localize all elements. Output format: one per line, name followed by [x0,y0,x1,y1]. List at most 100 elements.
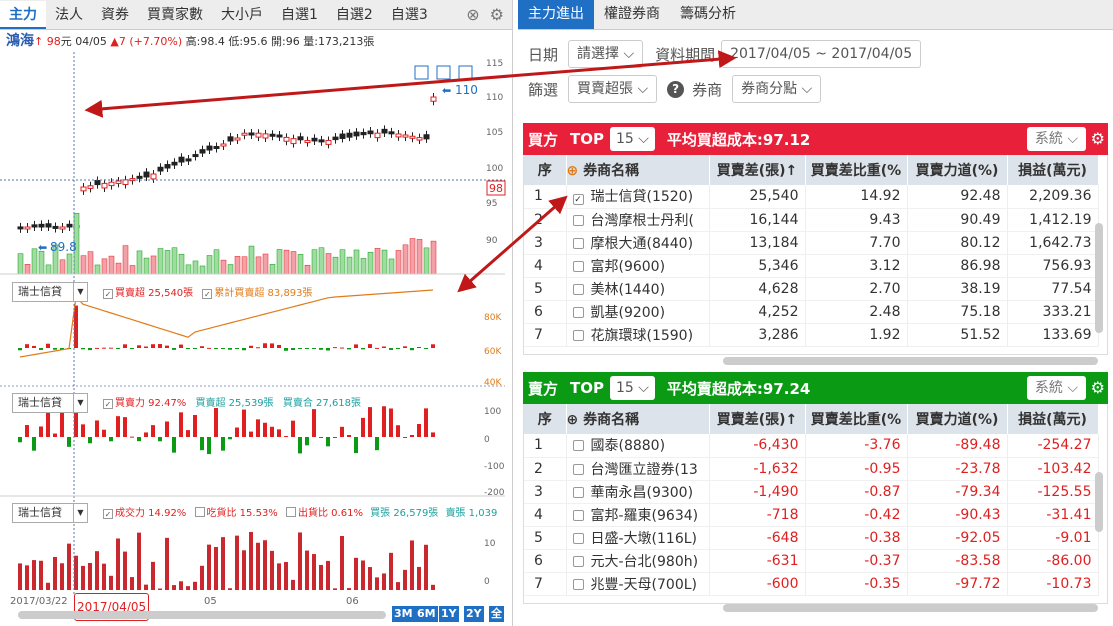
checkbox-icon[interactable] [572,509,584,521]
zoom-in-icon[interactable] [436,65,451,80]
add-circle-icon[interactable]: ⊕ [567,163,584,179]
gear-icon[interactable]: ⚙ [1091,129,1105,148]
checkbox-icon[interactable]: ✓ [103,509,113,519]
gear-icon[interactable]: ⚙ [490,5,504,24]
buy-table-row[interactable]: 2 台灣摩根士丹利(16,144 9.43 90.49 1,412.19 [524,208,1099,232]
buy-system-select[interactable]: 系統 ⌵ [1026,127,1086,151]
cell-value: -1,632 [709,457,806,481]
checkbox-icon[interactable]: ✓ [202,289,213,299]
chart-scrollbar[interactable] [18,611,386,619]
gear-icon[interactable]: ⚙ [1091,378,1105,397]
quote-bar: 鴻海↑ 98元 04/05 ▲7 (+7.70%) 高:98.4 低:95.6 … [0,30,512,52]
zoom-6m-button[interactable]: 6M [415,606,438,622]
tab-main-force-inout[interactable]: 主力進出 [518,0,594,29]
checkbox-icon[interactable]: ✓ [103,399,113,409]
trade-power-bar [396,582,400,590]
zoom-all-button[interactable]: 全 [489,606,504,622]
checkbox-icon[interactable] [572,532,584,544]
buy-table-row[interactable]: 4 富邦(9600) 5,346 3.12 86.98 756.93 [524,254,1099,278]
checkbox-icon[interactable] [572,463,584,475]
checkbox-icon[interactable] [572,486,584,498]
sell-table-row[interactable]: 6 元大-台北(980h) -631 -0.37 -83.58 -86.00 [524,549,1099,573]
checkbox-icon[interactable] [572,237,584,249]
add-circle-icon[interactable]: ⊕ [567,412,584,428]
zoom-2y-button[interactable]: 2Y [464,606,484,622]
sell-col-header[interactable]: ⊕ 券商名稱 [566,404,710,434]
buy-table-vscroll[interactable] [1095,223,1103,333]
checkbox-icon[interactable] [572,283,584,295]
cell-text: -718 [766,506,799,523]
tab-broker-count[interactable]: 買賣家數 [138,1,212,29]
checkbox-icon[interactable] [286,507,296,517]
help-icon[interactable]: ? [667,80,685,98]
buy-col-header[interactable]: 買賣力道(%) [907,155,1008,185]
candle-body [416,137,423,141]
buy-table-row[interactable]: 7 花旗環球(1590) 3,286 1.92 51.52 133.69 [524,323,1099,347]
checkbox-icon[interactable] [572,440,584,452]
net-buy-bar [403,346,407,348]
zoom-1y-button[interactable]: 1Y [439,606,459,622]
panel3-broker-select[interactable]: 瑞士信貸 ▼ [12,503,88,523]
sell-table-row[interactable]: 7 兆豐-天母(700L) -600 -0.35 -97.72 -10.73 [524,572,1099,596]
sell-hscrollbar[interactable] [723,604,1098,612]
tab-institutional[interactable]: 法人 [46,1,92,29]
buy-col-header[interactable]: 買賣差比重(% [805,155,908,185]
tab-margin[interactable]: 資券 [92,1,138,29]
cell-value: 51.52 [907,323,1008,347]
broker-select[interactable]: 券商分點 ⌵ [732,75,822,103]
sell-table-row[interactable]: 3 華南永昌(9300) -1,490 -0.87 -79.34 -125.55 [524,480,1099,504]
checkbox-icon[interactable] [572,555,584,567]
sell-col-header[interactable]: 買賣差(張)↑ [709,404,806,434]
tab-custom-3[interactable]: 自選3 [382,1,437,29]
sell-col-header[interactable]: 損益(萬元) [1007,404,1099,434]
sell-col-header[interactable]: 序 [524,404,567,434]
close-icon[interactable]: ⊗ [466,5,479,24]
sell-top-select[interactable]: 15 ⌵ [610,376,655,400]
period-input[interactable]: 2017/04/05 ~ 2017/04/05 [721,40,922,68]
buy-table-row[interactable]: 3 摩根大通(8440) 13,184 7.70 80.12 1,642.73 [524,231,1099,255]
sell-table-row[interactable]: 4 富邦-羅東(9634) -718 -0.42 -90.43 -31.41 [524,503,1099,527]
buy-col-header[interactable]: 損益(萬元) [1007,155,1099,185]
cell-text: 75.18 [960,303,1001,320]
buy-table-row[interactable]: 6 凱基(9200) 4,252 2.48 75.18 333.21 [524,300,1099,324]
buy-top-select[interactable]: 15 ⌵ [610,127,655,151]
checkbox-icon[interactable]: ✓ [103,289,113,299]
tab-custom-2[interactable]: 自選2 [327,1,382,29]
sell-table-row[interactable]: 5 日盛-大墩(116L) -648 -0.38 -92.05 -9.01 [524,526,1099,550]
sell-col-header[interactable]: 買賣力道(%) [907,404,1008,434]
buy-col-header[interactable]: 序 [524,155,567,185]
cell-value: -0.87 [805,480,908,504]
buy-hscrollbar[interactable] [723,357,1098,365]
tab-warrant-brokers[interactable]: 權證券商 [594,0,670,29]
buy-col-header[interactable]: ⊕ 券商名稱 [566,155,710,185]
sell-col-header[interactable]: 買賣差比重(% [805,404,908,434]
filter-select[interactable]: 買賣超張 ⌵ [568,75,658,103]
checkbox-icon[interactable]: ✓ [572,194,584,206]
net-buy-bar [207,347,211,349]
sell-table-row[interactable]: 2 台灣匯立證券(13 -1,632 -0.95 -23.78 -103.42 [524,457,1099,481]
buy-table-row[interactable]: 5 美林(1440) 4,628 2.70 38.19 77.54 [524,277,1099,301]
tab-custom-1[interactable]: 自選1 [272,1,327,29]
panel2-broker-select[interactable]: 瑞士信貸 ▼ [12,393,88,413]
checkbox-icon[interactable] [572,578,584,590]
checkbox-icon[interactable] [572,306,584,318]
tab-chip-analysis[interactable]: 籌碼分析 [670,0,746,29]
tab-main-force[interactable]: 主力 [0,1,46,29]
checkbox-icon[interactable] [572,214,584,226]
row-rank: 4 [524,503,567,527]
sell-table-row[interactable]: 1 國泰(8880) -6,430 -3.76 -89.48 -254.27 [524,434,1099,458]
checkbox-icon[interactable] [194,507,205,517]
checkbox-icon[interactable] [572,329,584,341]
sell-table-vscroll[interactable] [1095,472,1103,532]
buy-col-header[interactable]: 買賣差(張)↑ [709,155,806,185]
panel1-broker-select[interactable]: 瑞士信貸 ▼ [12,282,88,302]
layout-icon[interactable] [458,65,473,80]
buy-table-row[interactable]: 1 ✓ 瑞士信貸(1520) 25,540 14.92 92.48 2,209.36 [524,185,1099,209]
cell-text: 元大-台北(980h) [590,553,699,570]
tab-large-holders[interactable]: 大小戶 [212,1,272,29]
date-select[interactable]: 請選擇 ⌵ [568,40,644,68]
zoom-fit-icon[interactable] [414,65,429,80]
zoom-3m-button[interactable]: 3M [392,606,415,622]
checkbox-icon[interactable] [572,260,584,272]
sell-system-select[interactable]: 系統 ⌵ [1026,376,1086,400]
